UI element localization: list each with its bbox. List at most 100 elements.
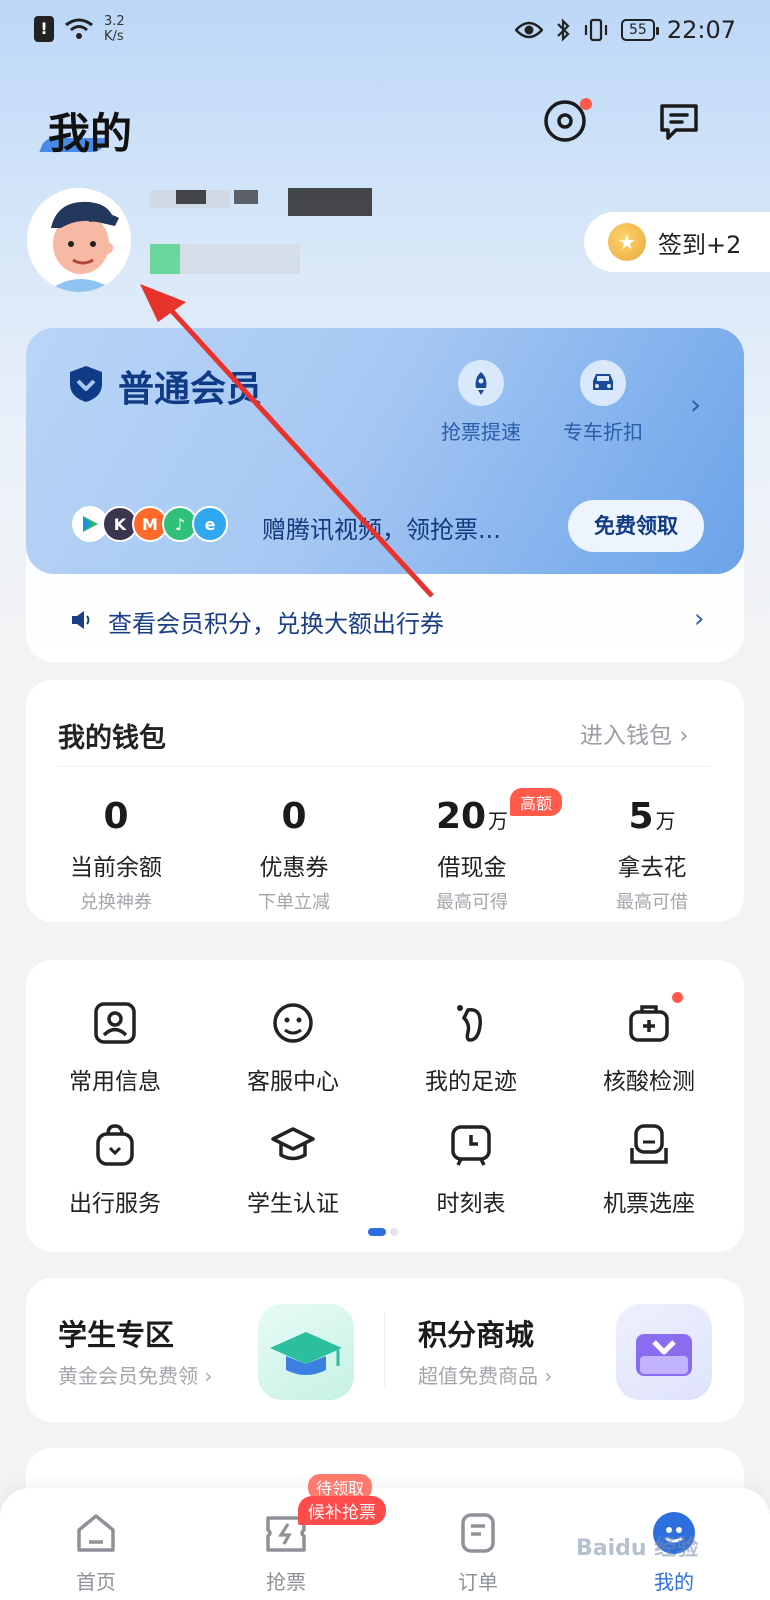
- tab-orders[interactable]: 订单: [428, 1510, 528, 1595]
- perk-car-discount[interactable]: 专车折扣: [548, 360, 658, 445]
- zone-title: 学生专区: [58, 1318, 175, 1352]
- perk-rush-ticket[interactable]: 抢票提速: [426, 360, 536, 445]
- wallet-label: 借现金: [437, 855, 507, 881]
- zone-subtitle: 超值免费商品 ›: [418, 1364, 553, 1388]
- waitlist-badge: 候补抢票: [298, 1496, 386, 1525]
- perk-label: 抢票提速: [441, 420, 521, 444]
- wallet-label: 优惠券: [259, 855, 329, 881]
- bluetooth-icon: [557, 18, 570, 42]
- username-masked-part: [234, 190, 258, 204]
- tab-label: 我的: [654, 1570, 694, 1594]
- wallet-balance[interactable]: 0 当前余额 兑换神券: [36, 796, 196, 914]
- wallet-sub: 最高可借: [616, 892, 688, 913]
- tab-label: 首页: [76, 1570, 116, 1594]
- star-coin-icon: ★: [608, 223, 646, 261]
- service-customer-center[interactable]: 客服中心: [218, 1000, 368, 1096]
- service-common-info[interactable]: 常用信息: [40, 1000, 190, 1096]
- wallet-sub: 最高可得: [436, 892, 508, 913]
- service-label: 时刻表: [436, 1191, 506, 1217]
- member-level: 普通会员: [118, 369, 263, 410]
- service-label: 客服中心: [247, 1069, 339, 1095]
- avatar[interactable]: [27, 188, 131, 292]
- wallet-sub: 兑换神券: [80, 892, 152, 913]
- battery-indicator: 55: [621, 19, 659, 41]
- wallet-pay-later[interactable]: 5万 拿去花 最高可借: [572, 796, 732, 914]
- service-timetable[interactable]: 时刻表: [396, 1122, 546, 1218]
- service-label: 常用信息: [69, 1069, 161, 1095]
- perk-label: 专车折扣: [563, 420, 643, 444]
- username-masked-part: [288, 188, 372, 216]
- medical-kit-icon: [629, 1005, 669, 1042]
- service-label: 出行服务: [69, 1191, 161, 1217]
- service-label: 我的足迹: [425, 1069, 517, 1095]
- checkin-button[interactable]: ★ 签到+2: [584, 212, 770, 272]
- wallet-value: 0: [281, 796, 307, 837]
- tab-home[interactable]: 首页: [46, 1510, 146, 1595]
- wallet-value: 5: [628, 796, 654, 837]
- wifi-icon: [65, 18, 93, 39]
- wallet-value: 0: [103, 796, 129, 837]
- enter-wallet-label: 进入钱包: [580, 723, 672, 749]
- claim-free-button[interactable]: 免费领取: [568, 500, 704, 552]
- notification-dot: [672, 992, 683, 1003]
- points-box-icon: [616, 1304, 712, 1400]
- shield-icon: [70, 366, 102, 402]
- zone-subtitle: 黄金会员免费领 ›: [58, 1364, 213, 1388]
- graduation-cap-icon: [271, 1127, 315, 1161]
- vibrate-icon: [584, 18, 608, 42]
- student-cap-icon: [258, 1304, 354, 1400]
- wallet-label: 当前余额: [70, 855, 162, 881]
- zone-title: 积分商城: [418, 1318, 535, 1352]
- tab-label: 抢票: [266, 1570, 306, 1594]
- service-label: 核酸检测: [603, 1069, 695, 1095]
- car-icon: [593, 374, 613, 390]
- footprint-icon: [457, 1005, 482, 1042]
- wallet-sub: 下单立减: [258, 892, 330, 913]
- service-student-verify[interactable]: 学生认证: [218, 1122, 368, 1218]
- service-nucleic-test[interactable]: 核酸检测: [574, 1000, 724, 1096]
- divider: [384, 1312, 385, 1386]
- divider: [58, 766, 710, 767]
- network-speed: 3.2 K/s: [104, 14, 125, 44]
- alert-icon: !: [34, 16, 54, 42]
- service-seat-selection[interactable]: 机票选座: [574, 1122, 724, 1218]
- rocket-icon: [475, 372, 487, 395]
- eye-icon: [515, 21, 543, 39]
- high-amount-badge: 高额: [510, 788, 563, 816]
- watermark: Baidu 经验: [576, 1536, 699, 1561]
- partner-app-logos: K M ♪ e: [72, 506, 228, 542]
- home-icon: [77, 1514, 115, 1552]
- chevron-right-icon[interactable]: ›: [690, 388, 701, 421]
- speaker-icon: [72, 611, 90, 629]
- bag-icon: [96, 1124, 134, 1166]
- chevron-right-icon[interactable]: ›: [694, 604, 704, 634]
- service-face-icon: [273, 1003, 313, 1043]
- wallet-unit: 万: [655, 809, 676, 833]
- message-icon[interactable]: [656, 98, 702, 144]
- user-id-masked-part: [150, 244, 180, 274]
- member-points-link[interactable]: 查看会员积分，兑换大额出行券: [108, 604, 444, 639]
- seat-icon: [630, 1124, 668, 1164]
- wallet-coupons[interactable]: 0 优惠券 下单立减: [214, 796, 374, 914]
- page-title: 我的: [48, 109, 133, 158]
- avatar-illustration: [27, 188, 131, 292]
- service-label: 机票选座: [603, 1191, 695, 1217]
- e-app-icon: e: [192, 506, 228, 542]
- tab-label: 订单: [458, 1570, 498, 1594]
- service-footprint[interactable]: 我的足迹: [396, 1000, 546, 1096]
- username-masked-part: [176, 190, 206, 204]
- service-travel[interactable]: 出行服务: [40, 1122, 190, 1218]
- service-label: 学生认证: [247, 1191, 339, 1217]
- member-promo-text: 赠腾讯视频，领抢票...: [262, 516, 501, 544]
- order-icon: [461, 1513, 495, 1553]
- id-card-icon: [94, 1002, 136, 1044]
- clock-time: 22:07: [666, 16, 736, 44]
- wallet-title: 我的钱包: [58, 723, 166, 754]
- page-indicator: [368, 1228, 398, 1236]
- checkin-label: 签到+2: [658, 230, 742, 259]
- enter-wallet-link[interactable]: 进入钱包 ›: [580, 716, 689, 750]
- status-bar: ! 3.2 K/s 55 22:07: [0, 0, 770, 60]
- wallet-label: 拿去花: [617, 855, 687, 881]
- clock-icon: [451, 1125, 491, 1166]
- wallet-value: 20: [435, 796, 487, 837]
